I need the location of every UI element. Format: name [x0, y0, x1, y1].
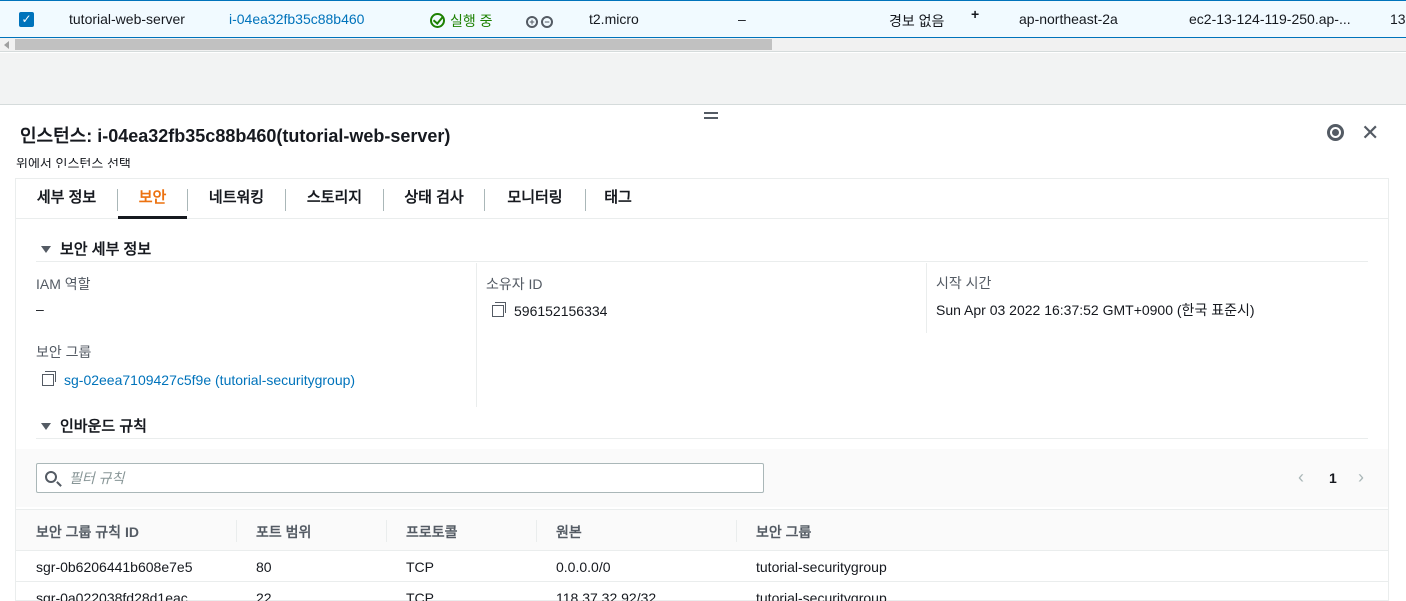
iam-role-value: –	[36, 301, 44, 317]
launch-time-label: 시작 시간	[936, 275, 992, 291]
tab-bar: 세부 정보 보안 네트워킹 스토리지 상태 검사 모니터링 태그	[16, 179, 1388, 219]
filter-rules-field[interactable]	[36, 463, 764, 493]
detail-tabs-container: 세부 정보 보안 네트워킹 스토리지 상태 검사 모니터링 태그 보안 세부 정…	[15, 178, 1389, 601]
inbound-rules-header: 인바운드 규칙	[60, 418, 147, 435]
inbound-rules-toggle[interactable]: 인바운드 규칙	[41, 415, 147, 436]
caret-down-icon	[41, 246, 51, 253]
current-page[interactable]: 1	[1329, 470, 1337, 486]
scroll-left-icon[interactable]	[4, 41, 9, 49]
security-group: tutorial-securitygroup	[756, 590, 887, 601]
horizontal-scrollbar[interactable]	[0, 38, 1406, 52]
status-check: –	[738, 11, 746, 27]
instance-name: tutorial-web-server	[69, 11, 185, 27]
owner-id-label: 소유자 ID	[486, 276, 543, 292]
security-details-toggle[interactable]: 보안 세부 정보	[41, 238, 151, 259]
tab-networking[interactable]: 네트워킹	[188, 179, 285, 219]
public-ip: 13	[1390, 11, 1406, 27]
column-header[interactable]: 포트 범위	[256, 522, 311, 542]
table-row[interactable]: sgr-0a022038fd28d1eac 22 TCP 118.37.32.9…	[16, 583, 1388, 601]
tab-security[interactable]: 보안	[118, 179, 187, 219]
column-header[interactable]: 보안 그룹	[756, 522, 811, 542]
column-header[interactable]: 프로토콜	[406, 522, 458, 542]
section-divider	[36, 261, 1368, 262]
column-divider	[736, 520, 737, 542]
tab-monitoring[interactable]: 모니터링	[485, 179, 585, 219]
vertical-scroll-gutter	[1389, 178, 1406, 601]
rules-table-header: 보안 그룹 규칙 ID 포트 범위 프로토콜 원본 보안 그룹	[16, 509, 1388, 551]
add-alarm-icon[interactable]: +	[971, 6, 979, 22]
gear-icon[interactable]	[1327, 124, 1344, 141]
tab-details[interactable]: 세부 정보	[16, 179, 117, 219]
zoom-in-icon[interactable]: +	[526, 16, 538, 28]
copy-icon[interactable]	[492, 302, 506, 317]
port-range: 22	[256, 590, 272, 601]
section-divider	[36, 438, 1368, 439]
select-instance-hint: 위에서 인스턴스 선택	[16, 158, 131, 168]
iam-role-label: IAM 역할	[36, 276, 91, 292]
search-icon	[45, 471, 57, 483]
next-page-icon[interactable]: ›	[1358, 467, 1364, 488]
tab-tags[interactable]: 태그	[586, 179, 650, 219]
scrollbar-thumb[interactable]	[15, 39, 772, 50]
source: 118.37.32.92/32	[556, 590, 657, 601]
caret-down-icon	[41, 423, 51, 430]
owner-id-text: 596152156334	[514, 303, 608, 319]
previous-page-icon[interactable]: ‹	[1298, 467, 1304, 488]
protocol: TCP	[406, 590, 434, 601]
rule-id: sgr-0a022038fd28d1eac	[36, 590, 188, 601]
column-header[interactable]: 보안 그룹 규칙 ID	[36, 522, 139, 542]
instance-type: t2.micro	[589, 11, 639, 27]
rule-id: sgr-0b6206441b608e7e5	[36, 559, 193, 575]
table-row[interactable]: sgr-0b6206441b608e7e5 80 TCP 0.0.0.0/0 t…	[16, 552, 1388, 582]
alarm-status: 경보 없음	[889, 13, 945, 29]
owner-id-value: 596152156334	[492, 302, 608, 319]
tab-status-checks[interactable]: 상태 검사	[384, 179, 484, 219]
copy-icon[interactable]	[42, 371, 56, 386]
source: 0.0.0.0/0	[556, 559, 611, 575]
tab-storage[interactable]: 스토리지	[286, 179, 383, 219]
protocol: TCP	[406, 559, 434, 575]
column-divider	[476, 263, 477, 407]
instance-id-link[interactable]: i-04ea32fb35c88b460	[229, 11, 364, 27]
row-checkbox[interactable]: ✓	[19, 12, 34, 27]
security-group-link[interactable]: sg-02eea7109427c5f9e (tutorial-securityg…	[64, 372, 355, 388]
launch-time-value: Sun Apr 03 2022 16:37:52 GMT+0900 (한국 표준…	[936, 302, 1255, 318]
instance-state-label: 실행 중	[450, 13, 493, 29]
close-icon[interactable]: ✕	[1361, 120, 1379, 146]
zoom-out-icon[interactable]: −	[541, 16, 553, 28]
table-empty-area	[0, 53, 1406, 105]
column-divider	[236, 520, 237, 542]
panel-title: 인스턴스: i-04ea32fb35c88b460(tutorial-web-s…	[20, 126, 451, 146]
security-group-item: sg-02eea7109427c5f9e (tutorial-securityg…	[42, 371, 355, 388]
instance-row[interactable]: ✓ tutorial-web-server i-04ea32fb35c88b46…	[0, 0, 1406, 38]
security-groups-label: 보안 그룹	[36, 344, 92, 360]
column-divider	[536, 520, 537, 542]
port-range: 80	[256, 559, 272, 575]
filter-rules-input[interactable]	[69, 468, 749, 488]
column-header[interactable]: 원본	[556, 522, 582, 542]
public-dns: ec2-13-124-119-250.ap-...	[1189, 11, 1351, 27]
check-circle-icon	[430, 13, 445, 28]
security-details-header: 보안 세부 정보	[60, 241, 152, 258]
state-zoom-controls[interactable]: + −	[526, 11, 556, 28]
panel-resize-handle[interactable]	[704, 112, 718, 119]
availability-zone: ap-northeast-2a	[1019, 11, 1118, 27]
instance-state: 실행 중	[430, 11, 493, 31]
security-group: tutorial-securitygroup	[756, 559, 887, 575]
column-divider	[926, 263, 927, 333]
column-divider	[386, 520, 387, 542]
